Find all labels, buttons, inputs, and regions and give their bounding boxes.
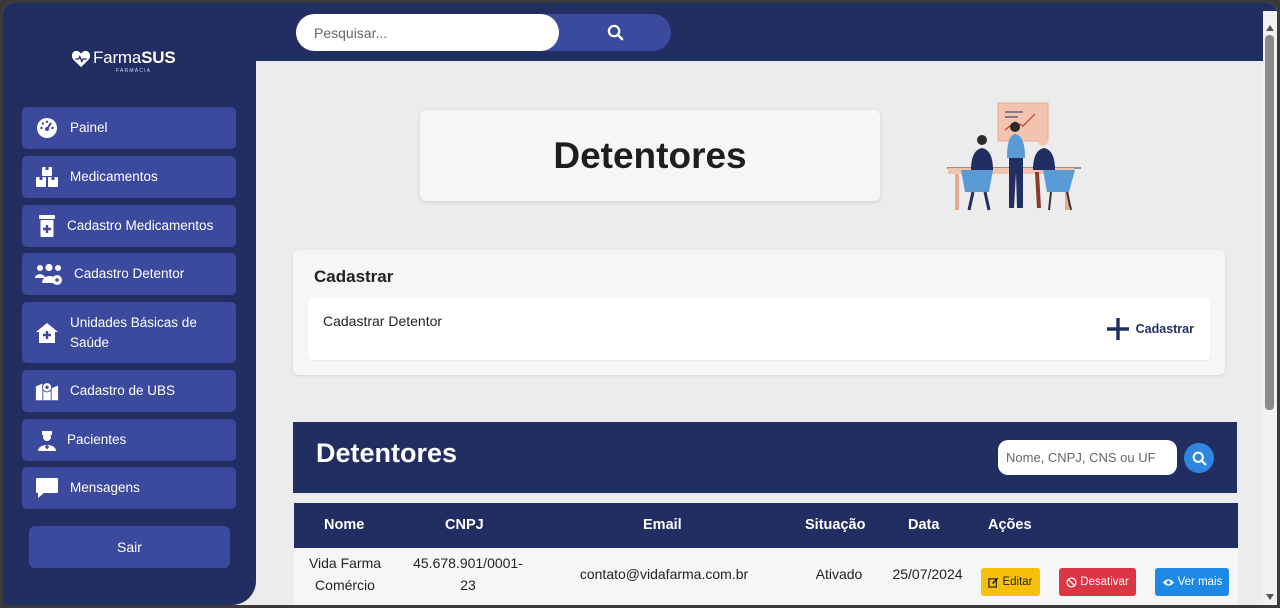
brand-name-light: Farma — [93, 48, 142, 67]
column-header: Nome — [324, 517, 365, 533]
brand-name-bold: SUS — [141, 48, 176, 67]
list-search-button[interactable] — [1184, 443, 1214, 473]
global-search — [296, 14, 671, 51]
sidebar-item-label: Mensagens — [70, 480, 140, 495]
global-search-button[interactable] — [559, 14, 671, 51]
logout-button[interactable]: Sair — [29, 526, 230, 568]
heart-logo-icon — [71, 50, 91, 68]
column-header: Email — [643, 517, 682, 533]
cell-data: 25/07/2024 — [892, 566, 963, 582]
deactivate-button-label: Desativar — [1080, 576, 1129, 588]
house-medical-icon — [35, 321, 59, 345]
global-search-input[interactable] — [296, 14, 559, 51]
cadastrar-button-label: Cadastrar — [1135, 322, 1194, 336]
users-gear-icon — [35, 262, 63, 286]
gauge-icon — [35, 116, 59, 140]
sidebar-item-label: Unidades Básicas de Saúde — [70, 314, 197, 350]
brand-logo: FarmaSUS FARMÁCIA — [71, 48, 176, 74]
cadastrar-card: Cadastrar Cadastrar Detentor Cadastrar — [293, 250, 1225, 375]
cell-cnpj-line: 23 — [460, 577, 476, 593]
list-header: Detentores — [293, 422, 1237, 493]
scrollbar-thumb[interactable] — [1265, 35, 1274, 410]
vertical-scrollbar[interactable] — [1263, 11, 1277, 605]
boxes-icon — [35, 165, 59, 189]
team-meeting-illustration — [947, 102, 1081, 211]
sidebar-item-painel[interactable]: Painel — [22, 107, 236, 149]
page-title: Detentores — [553, 134, 747, 176]
cell-cnpj: 45.678.901/0001- 23 — [402, 552, 534, 596]
cell-nome: Vida Farma Comércio — [304, 552, 386, 596]
column-header: Data — [908, 517, 940, 533]
app-window: FarmaSUS FARMÁCIA Painel Medicamentos Ca… — [3, 3, 1277, 605]
cell-email: contato@vidafarma.com.br — [579, 566, 749, 582]
sidebar-item-mensagens[interactable]: Mensagens — [22, 467, 236, 509]
cadastrar-label: Cadastrar Detentor — [323, 313, 443, 329]
user-nurse-icon — [35, 428, 59, 452]
sidebar-item-label: Painel — [70, 120, 108, 135]
sidebar-item-label: Cadastro de UBS — [70, 383, 176, 398]
sidebar-item-label: Cadastro Medicamentos — [67, 218, 214, 233]
column-header: CNPJ — [445, 517, 484, 533]
sidebar-item-unidades-basicas[interactable]: Unidades Básicas de Saúde — [22, 302, 236, 363]
list-search-input[interactable] — [998, 440, 1177, 475]
sidebar-item-label: Pacientes — [67, 432, 127, 447]
list-heading: Detentores — [316, 438, 458, 468]
cell-situacao: Ativado — [815, 566, 863, 582]
sidebar-item-pacientes[interactable]: Pacientes — [22, 419, 236, 461]
page-title-card: Detentores — [420, 110, 880, 201]
prescription-bottle-icon — [35, 214, 59, 238]
cell-nome-line: Vida Farma — [308, 555, 382, 571]
table-header: Nome CNPJ Email Situação Data Ações — [294, 503, 1238, 548]
view-more-button[interactable]: Ver mais — [1155, 568, 1229, 596]
search-icon — [607, 24, 623, 41]
view-more-button-label: Ver mais — [1177, 576, 1223, 588]
sidebar-item-label: Cadastro Detentor — [74, 266, 185, 281]
sidebar-item-medicamentos[interactable]: Medicamentos — [22, 156, 236, 198]
edit-button-label: Editar — [1002, 576, 1033, 588]
column-header: Ações — [988, 517, 1032, 533]
detentores-table: Nome CNPJ Email Situação Data Ações Vida… — [294, 503, 1238, 605]
brand-subtitle: FARMÁCIA — [116, 68, 152, 74]
edit-icon — [988, 577, 999, 588]
scroll-down-arrow-icon[interactable] — [1266, 594, 1274, 600]
deactivate-button[interactable]: Desativar — [1059, 568, 1136, 596]
column-header: Situação — [805, 517, 866, 533]
sidebar-item-cadastro-medicamentos[interactable]: Cadastro Medicamentos — [22, 205, 236, 247]
cell-cnpj-line: 45.678.901/0001- — [413, 555, 523, 571]
search-icon — [1192, 451, 1206, 465]
cell-nome-line: Comércio — [315, 577, 375, 593]
edit-button[interactable]: Editar — [981, 568, 1040, 596]
ban-icon — [1066, 576, 1077, 588]
sidebar-item-cadastro-detentor[interactable]: Cadastro Detentor — [22, 253, 236, 295]
sidebar: FarmaSUS FARMÁCIA Painel Medicamentos Ca… — [3, 3, 256, 605]
map-location-icon — [35, 379, 59, 403]
sidebar-item-label: Medicamentos — [70, 169, 158, 184]
table-row: Vida Farma Comércio 45.678.901/0001- 23 … — [294, 548, 1238, 605]
scroll-up-arrow-icon[interactable] — [1266, 25, 1274, 31]
cadastrar-heading: Cadastrar — [314, 267, 394, 286]
sidebar-item-cadastro-ubs[interactable]: Cadastro de UBS — [22, 370, 236, 412]
message-icon — [35, 476, 59, 500]
cadastrar-row: Cadastrar Detentor Cadastrar — [308, 298, 1210, 360]
cadastrar-button[interactable]: Cadastrar — [1105, 316, 1194, 342]
plus-icon — [1106, 318, 1129, 340]
eye-icon — [1162, 578, 1174, 586]
